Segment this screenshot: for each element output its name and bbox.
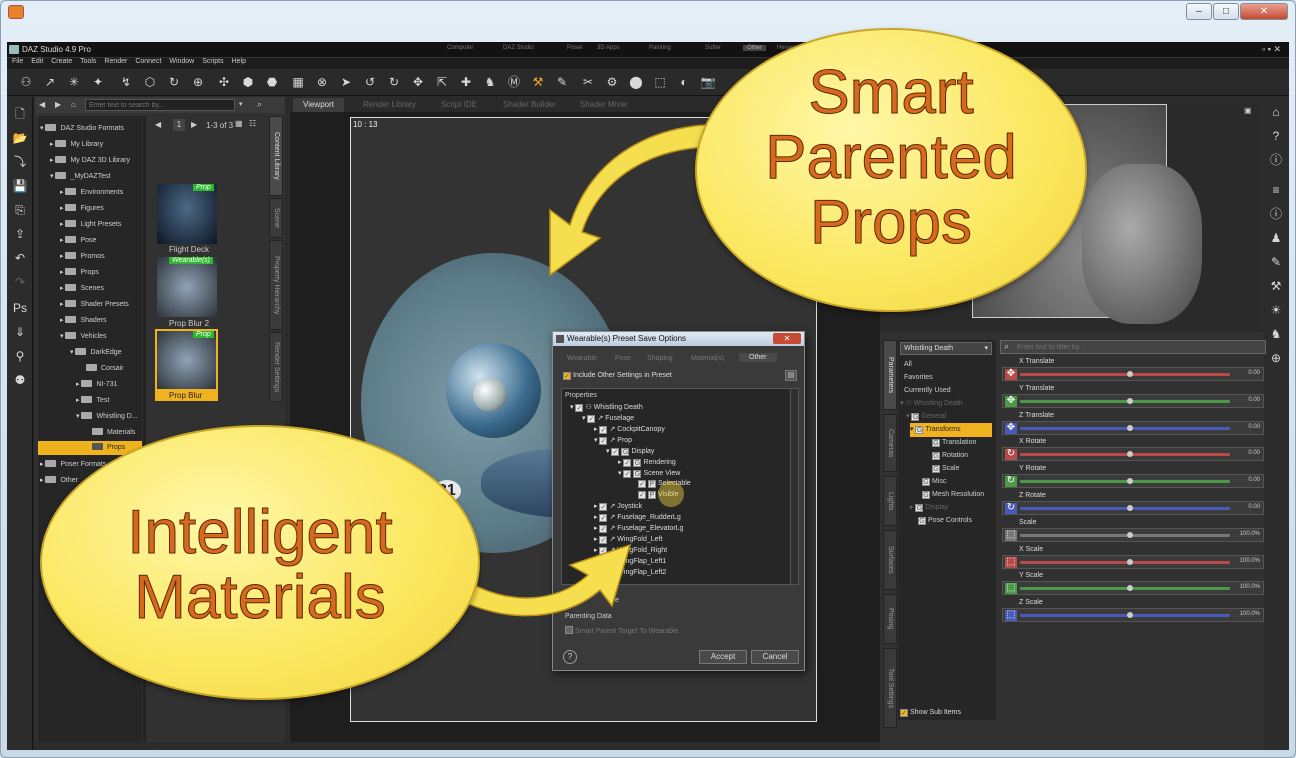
intelligent-materials-text: Intelligent Materials <box>70 498 450 633</box>
smart-parented-props-text: Smart Parented Props <box>745 58 1037 258</box>
callout-line: Smart <box>808 58 974 127</box>
callout-line: Props <box>810 188 973 258</box>
callout-line: Materials <box>134 563 387 633</box>
callout-line: Intelligent <box>127 498 393 567</box>
callout-line: Parented <box>765 123 1018 193</box>
